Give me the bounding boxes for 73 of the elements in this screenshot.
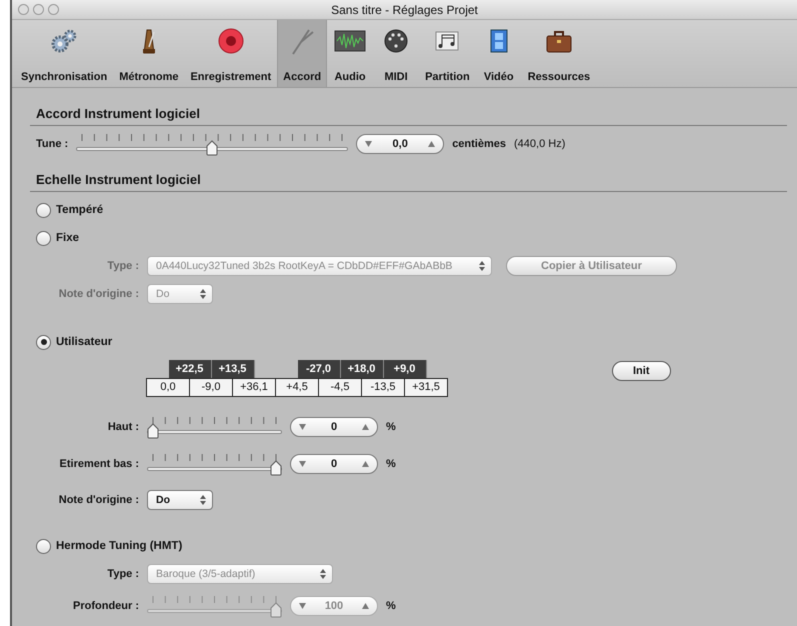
natural-key-field[interactable]: -4,5 xyxy=(318,378,362,396)
slider-thumb[interactable] xyxy=(206,140,218,156)
radio-label: Fixe xyxy=(56,232,80,244)
window-control-button[interactable] xyxy=(48,4,59,15)
toolbar-tab[interactable]: MIDI xyxy=(373,20,420,87)
down-arrow-icon[interactable] xyxy=(299,603,306,609)
slider[interactable] xyxy=(147,414,282,438)
unit-label: % xyxy=(386,420,396,432)
window-control-button[interactable] xyxy=(18,4,29,15)
sharp-key-field[interactable]: +13,5 xyxy=(212,360,254,378)
radio-button[interactable] xyxy=(36,230,51,246)
sharp-key-field[interactable]: +22,5 xyxy=(168,360,212,378)
sharp-key-field[interactable]: +9,0 xyxy=(384,360,426,378)
natural-key-field[interactable]: +36,1 xyxy=(232,378,276,396)
up-down-arrows-icon xyxy=(200,495,206,505)
up-arrow-icon[interactable] xyxy=(362,603,369,609)
toolbar-tab[interactable]: Audio xyxy=(327,20,374,87)
up-down-arrows-icon xyxy=(320,569,326,579)
sharp-key-field[interactable]: +18,0 xyxy=(340,360,384,378)
window-control-button[interactable] xyxy=(33,4,44,15)
up-arrow-icon[interactable] xyxy=(428,141,436,147)
down-arrow-icon[interactable] xyxy=(365,141,372,147)
slider-thumb[interactable] xyxy=(147,422,159,438)
radio-label: Hermode Tuning (HMT) xyxy=(56,540,182,552)
up-down-arrows-icon xyxy=(200,289,206,299)
radio-button[interactable] xyxy=(36,538,51,554)
field-label: Etirement bas : xyxy=(58,458,139,470)
toolbar-tab[interactable]: Métronome xyxy=(113,20,184,87)
field-label: Haut : xyxy=(106,420,139,432)
stepper-field[interactable]: 0 xyxy=(290,454,378,474)
field-label: Type : xyxy=(106,260,139,272)
slider[interactable] xyxy=(147,594,282,618)
up-down-arrows-icon xyxy=(479,261,485,271)
field-label: Type : xyxy=(106,568,139,580)
init-button[interactable]: Init xyxy=(612,361,670,381)
section-heading: Echelle Instrument logiciel xyxy=(30,162,787,192)
field-label: Tune : xyxy=(36,138,68,150)
natural-key-field[interactable]: +31,5 xyxy=(404,378,448,396)
unit-label: % xyxy=(386,458,396,470)
slider[interactable] xyxy=(147,452,282,476)
field-label: Note d'origine : xyxy=(58,288,139,300)
stepper-field[interactable]: 0 xyxy=(290,416,378,436)
down-arrow-icon[interactable] xyxy=(299,424,306,430)
unit-label: % xyxy=(386,600,396,612)
natural-key-field[interactable]: +4,5 xyxy=(275,378,319,396)
toolbar-tab[interactable]: Enregistrement xyxy=(184,20,278,87)
sharp-key-field[interactable]: -27,0 xyxy=(298,360,340,378)
popup-menu[interactable]: Do xyxy=(147,490,213,510)
natural-key-field[interactable]: 0,0 xyxy=(146,378,190,396)
up-arrow-icon[interactable] xyxy=(362,460,369,466)
toolbar-tab[interactable]: Ressources xyxy=(522,20,596,87)
section-heading: Accord Instrument logiciel xyxy=(30,96,787,126)
radio-button[interactable] xyxy=(36,202,51,218)
frequency-label: (440,0 Hz) xyxy=(514,138,566,150)
stepper-field[interactable]: 0,0 xyxy=(356,134,444,154)
slider-thumb[interactable] xyxy=(270,602,282,618)
field-label: Note d'origine : xyxy=(58,494,139,506)
unit-label: centièmes xyxy=(452,138,506,150)
field-label: Profondeur : xyxy=(72,600,139,612)
natural-key-field[interactable]: -13,5 xyxy=(361,378,405,396)
toolbar-tab[interactable]: Synchronisation xyxy=(15,20,114,87)
natural-key-field[interactable]: -9,0 xyxy=(189,378,233,396)
toolbar-tab[interactable]: Accord xyxy=(277,20,328,87)
slider[interactable] xyxy=(76,132,348,156)
down-arrow-icon[interactable] xyxy=(299,460,306,466)
slider-thumb[interactable] xyxy=(270,460,282,476)
window-title: Sans titre - Réglages Projet xyxy=(331,2,478,16)
radio-button[interactable] xyxy=(36,334,51,350)
radio-label: Utilisateur xyxy=(56,336,112,348)
toolbar-tab[interactable]: Vidéo xyxy=(476,20,522,87)
radio-label: Tempéré xyxy=(56,204,104,216)
toolbar-tab[interactable]: Partition xyxy=(419,20,476,87)
up-arrow-icon[interactable] xyxy=(362,424,369,430)
